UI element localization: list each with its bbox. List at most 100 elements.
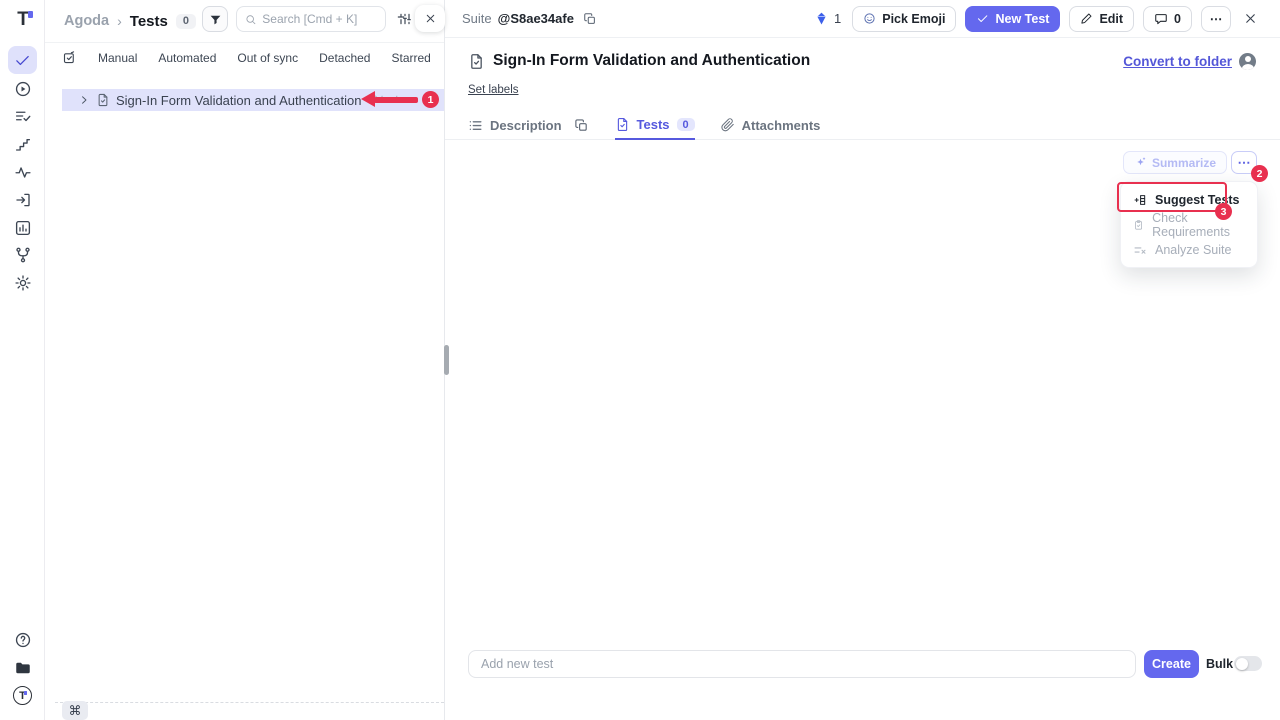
- tests-file-icon: [615, 117, 630, 132]
- pick-emoji-label: Pick Emoji: [882, 12, 945, 26]
- edit-button[interactable]: Edit: [1069, 6, 1134, 32]
- filter-button[interactable]: [202, 6, 228, 32]
- rail-item-steps[interactable]: [13, 134, 32, 153]
- close-tree-overlay-button[interactable]: [415, 5, 445, 32]
- tab-tests[interactable]: Tests 0: [615, 111, 695, 140]
- folder-icon: [14, 659, 32, 677]
- pick-emoji-button[interactable]: Pick Emoji: [852, 6, 956, 32]
- paperclip-icon: [721, 118, 735, 132]
- search-input[interactable]: [262, 12, 377, 26]
- analyze-suite-icon: [1133, 243, 1147, 257]
- funnel-icon: [209, 13, 222, 26]
- keyboard-shortcut-button[interactable]: ⌘: [62, 701, 88, 720]
- tab-description-label: Description: [490, 118, 562, 133]
- close-icon: [1243, 11, 1258, 26]
- header-more-button[interactable]: ⋯: [1201, 6, 1231, 32]
- gem-counter[interactable]: 1: [814, 11, 841, 26]
- rail-item-brand[interactable]: T: [13, 686, 32, 705]
- tree-footer-divider: [55, 702, 444, 703]
- suite-title-row: Sign-In Form Validation and Authenticati…: [468, 52, 810, 70]
- set-labels-link[interactable]: Set labels: [468, 84, 519, 96]
- convert-to-folder-link[interactable]: Convert to folder: [1123, 54, 1232, 69]
- import-box-icon: [14, 191, 32, 209]
- tree-panel: Agoda › Tests 0 Manual Automated Out of …: [45, 0, 445, 720]
- suite-file-icon: [468, 53, 485, 70]
- menu-item-analyze-suite[interactable]: Analyze Suite: [1121, 237, 1257, 262]
- copy-description-button[interactable]: [574, 111, 589, 139]
- list-icon: [468, 118, 483, 133]
- breadcrumb-project[interactable]: Agoda: [64, 13, 109, 29]
- filter-starred[interactable]: Starred: [391, 51, 430, 65]
- app-logo[interactable]: T: [11, 8, 35, 32]
- bulk-toggle[interactable]: [1234, 656, 1262, 671]
- annotation-step-3: 3: [1215, 203, 1232, 220]
- suite-id: @S8ae34afe: [498, 11, 574, 26]
- clipboard-check-icon: [1133, 218, 1144, 232]
- bulk-select-button[interactable]: [62, 50, 77, 65]
- gem-count-value: 1: [834, 11, 841, 26]
- tab-attachments-label: Attachments: [742, 118, 821, 133]
- tab-tests-label: Tests: [637, 117, 670, 132]
- tab-description[interactable]: Description: [468, 111, 562, 139]
- brand-circle-icon: T: [13, 686, 32, 705]
- rail-item-plans[interactable]: [13, 106, 32, 125]
- annotation-arrow-head: [361, 91, 375, 107]
- rail-item-runs[interactable]: [13, 79, 32, 98]
- rail-item-import[interactable]: [13, 190, 32, 209]
- close-icon: [424, 12, 437, 25]
- add-new-test-input[interactable]: [468, 650, 1136, 678]
- rail-item-reports[interactable]: [13, 218, 32, 237]
- gear-icon: [14, 274, 32, 292]
- detail-tabs: Description Tests 0 Attachments: [445, 111, 1280, 140]
- menu-item-check-requirements[interactable]: Check Requirements: [1121, 212, 1257, 237]
- branch-icon: [14, 246, 32, 264]
- sliders-icon: [397, 11, 413, 27]
- suite-detail-header: Suite @S8ae34afe 1 Pick Emoji New Test: [445, 0, 1280, 38]
- tab-attachments[interactable]: Attachments: [721, 111, 821, 139]
- copy-icon: [574, 118, 589, 133]
- new-test-button[interactable]: New Test: [965, 6, 1060, 32]
- comments-count: 0: [1174, 12, 1181, 26]
- select-edit-icon: [62, 50, 77, 65]
- copy-icon: [583, 12, 597, 26]
- rail-item-tests[interactable]: [13, 51, 32, 70]
- annotation-highlight-box: [1117, 182, 1227, 212]
- breadcrumb: Agoda › Tests 0: [64, 8, 196, 34]
- summarize-button[interactable]: Summarize: [1123, 151, 1227, 174]
- toggle-knob: [1236, 658, 1248, 670]
- filter-automated[interactable]: Automated: [158, 51, 216, 65]
- logo-accent: [28, 11, 33, 18]
- suite-detail-panel: Suite @S8ae34afe 1 Pick Emoji New Test: [445, 0, 1280, 720]
- summarize-label: Summarize: [1152, 156, 1216, 170]
- panel-resize-handle[interactable]: [444, 345, 449, 375]
- copy-suite-id-button[interactable]: [583, 12, 597, 26]
- comments-button[interactable]: 0: [1143, 6, 1192, 32]
- convert-row: Convert to folder: [1123, 53, 1256, 70]
- rail-item-branches[interactable]: [13, 245, 32, 264]
- avatar[interactable]: [1239, 53, 1256, 70]
- breadcrumb-page[interactable]: Tests: [130, 13, 168, 30]
- tree-filter-row: Manual Automated Out of sync Detached St…: [62, 50, 431, 65]
- filter-out-of-sync[interactable]: Out of sync: [237, 51, 298, 65]
- suite-file-icon: [96, 93, 110, 107]
- filter-detached[interactable]: Detached: [319, 51, 370, 65]
- rail-item-projects[interactable]: [13, 658, 32, 677]
- comment-bubble-icon: [1154, 12, 1168, 26]
- bar-chart-icon: [14, 219, 32, 237]
- chevron-right-icon: [78, 94, 90, 106]
- filter-manual[interactable]: Manual: [98, 51, 137, 65]
- list-check-icon: [14, 107, 32, 125]
- help-circle-icon: [14, 631, 32, 649]
- bulk-label: Bulk: [1206, 657, 1233, 671]
- create-button[interactable]: Create: [1144, 650, 1199, 678]
- new-test-label: New Test: [995, 12, 1049, 26]
- annotation-step-1: 1: [422, 91, 439, 108]
- close-detail-button[interactable]: [1243, 11, 1258, 26]
- nav-rail: T: [0, 0, 45, 720]
- view-options-button[interactable]: [397, 11, 413, 27]
- rail-item-analytics[interactable]: [13, 162, 32, 181]
- rail-item-help[interactable]: [13, 630, 32, 649]
- search-bar[interactable]: [236, 6, 386, 32]
- rail-item-settings[interactable]: [13, 273, 32, 292]
- sparkles-icon: [1134, 156, 1147, 169]
